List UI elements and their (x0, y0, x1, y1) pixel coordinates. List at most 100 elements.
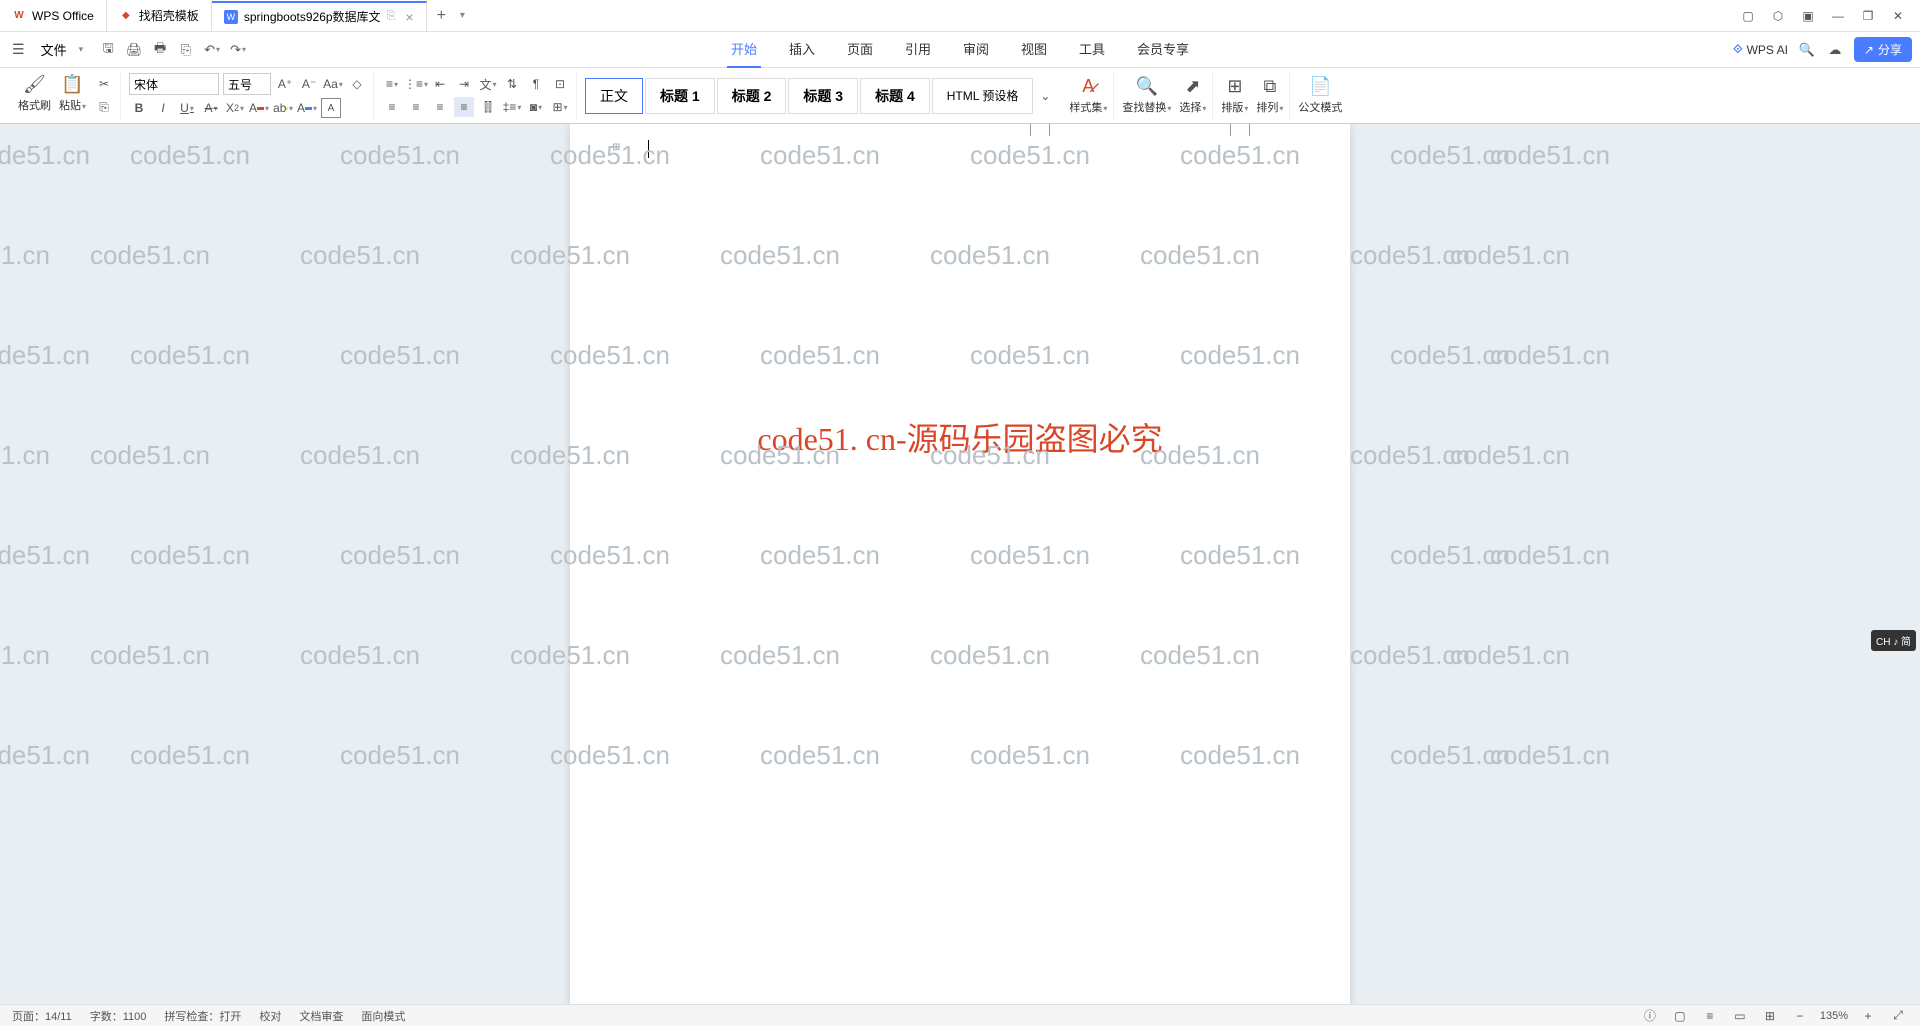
zoom-level[interactable]: 135% (1820, 1010, 1848, 1022)
undo-icon[interactable]: ↶▾ (203, 41, 221, 59)
style-heading3[interactable]: 标题 3 (788, 78, 858, 114)
para-mark-icon[interactable]: ¶ (526, 74, 546, 94)
shading-icon[interactable]: ◙▾ (526, 97, 546, 117)
window-box-icon[interactable]: ▢ (1734, 2, 1762, 30)
doc-mode-button[interactable]: 📄 公文模式 (1298, 76, 1342, 115)
shrink-font-icon[interactable]: A⁻ (299, 74, 319, 94)
arrange-button[interactable]: ⧉ 排列▾ (1256, 76, 1283, 115)
status-proof[interactable]: 校对 (259, 1008, 281, 1024)
number-list-icon[interactable]: ⋮≡▾ (406, 74, 426, 94)
view-outline-icon[interactable]: ≡ (1700, 1006, 1720, 1026)
minimize-icon[interactable]: — (1824, 2, 1852, 30)
zoom-out-icon[interactable]: − (1790, 1006, 1810, 1026)
save-icon[interactable]: 🖫 (99, 41, 117, 59)
line-spacing-icon[interactable]: ‡≡▾ (502, 97, 522, 117)
tab-start[interactable]: 开始 (727, 31, 761, 68)
view-read-icon[interactable]: ▭ (1730, 1006, 1750, 1026)
tab-app-label: WPS Office (32, 9, 94, 23)
paste-button[interactable]: 📋 粘贴▾ (59, 74, 86, 117)
tab-tools[interactable]: 工具 (1075, 31, 1109, 68)
status-doc-check[interactable]: 文档审查 (299, 1008, 343, 1024)
status-read-mode[interactable]: 面向模式 (361, 1008, 405, 1024)
print-icon[interactable]: 🖶 (151, 41, 169, 59)
style-heading4[interactable]: 标题 4 (860, 78, 930, 114)
tab-review[interactable]: 审阅 (959, 31, 993, 68)
border-icon[interactable]: ⊞▾ (550, 97, 570, 117)
decrease-indent-icon[interactable]: ⇤ (430, 74, 450, 94)
window-cube-icon[interactable]: ⬡ (1764, 2, 1792, 30)
status-spell[interactable]: 拼写检查：打开 (164, 1008, 241, 1024)
style-heading1[interactable]: 标题 1 (645, 78, 715, 114)
sort-icon[interactable]: ⇅ (502, 74, 522, 94)
status-info-icon[interactable]: ⓘ (1640, 1006, 1660, 1026)
select-button[interactable]: ⬈ 选择▾ (1179, 76, 1206, 115)
style-more-icon[interactable]: ⌄ (1035, 86, 1055, 106)
format-painter-button[interactable]: 🖌 格式刷 (18, 74, 51, 117)
print-preview-icon[interactable]: 🖨 (125, 41, 143, 59)
show-marks-icon[interactable]: ⊡ (550, 74, 570, 94)
tab-page[interactable]: 页面 (843, 31, 877, 68)
zoom-in-icon[interactable]: + (1858, 1006, 1878, 1026)
align-center-icon[interactable]: ≡ (406, 97, 426, 117)
share-button[interactable]: ↗分享 (1854, 37, 1912, 62)
tab-pin-icon[interactable]: ⎘ (387, 10, 396, 23)
file-menu[interactable]: 文件 (33, 36, 75, 63)
export-icon[interactable]: ⎘ (177, 41, 195, 59)
font-select[interactable] (129, 73, 219, 95)
close-window-icon[interactable]: ✕ (1884, 2, 1912, 30)
underline-icon[interactable]: U▾ (177, 98, 197, 118)
tab-dropdown-icon[interactable]: ▾ (456, 10, 469, 21)
tab-app[interactable]: W WPS Office (0, 1, 107, 31)
text-direction-icon[interactable]: 文▾ (478, 74, 498, 94)
highlight-icon[interactable]: ab▾ (273, 98, 293, 118)
tab-member[interactable]: 会员专享 (1133, 31, 1193, 68)
char-border-icon[interactable]: A (321, 98, 341, 118)
font-size-select[interactable] (223, 73, 271, 95)
find-replace-button[interactable]: 🔍 查找替换▾ (1122, 76, 1171, 115)
wps-ai-button[interactable]: ⟐WPS AI (1733, 42, 1788, 57)
view-web-icon[interactable]: ⊞ (1760, 1006, 1780, 1026)
cut-icon[interactable]: ✂ (94, 74, 114, 94)
align-right-icon[interactable]: ≡ (430, 97, 450, 117)
bold-icon[interactable]: B (129, 98, 149, 118)
document-page[interactable]: ⊞ code51. cn-源码乐园盗图必究 (570, 124, 1350, 1004)
style-normal[interactable]: 正文 (585, 78, 643, 114)
status-words[interactable]: 字数：1100 (90, 1008, 147, 1024)
style-html[interactable]: HTML 预设格 (932, 78, 1034, 114)
strike-icon[interactable]: A▾ (201, 98, 221, 118)
bullet-list-icon[interactable]: ≡▾ (382, 74, 402, 94)
new-tab-button[interactable]: + (427, 7, 456, 25)
tab-insert[interactable]: 插入 (785, 31, 819, 68)
tab-document[interactable]: W springboots926p数据库文 ⎘ × (212, 1, 427, 31)
canvas-area[interactable]: ⊞ code51. cn-源码乐园盗图必究 (0, 124, 1920, 1004)
style-heading2[interactable]: 标题 2 (717, 78, 787, 114)
italic-icon[interactable]: I (153, 98, 173, 118)
font-effect-icon[interactable]: A▾ (297, 98, 317, 118)
window-avatar-icon[interactable]: ▣ (1794, 2, 1822, 30)
distribute-icon[interactable]: ⫿⫿ (478, 97, 498, 117)
cloud-icon[interactable]: ☁ (1826, 41, 1844, 59)
change-case-icon[interactable]: Aa▾ (323, 74, 343, 94)
layout-button[interactable]: ⊞ 排版▾ (1221, 76, 1248, 115)
superscript-icon[interactable]: X2▾ (225, 98, 245, 118)
align-left-icon[interactable]: ≡ (382, 97, 402, 117)
view-page-icon[interactable]: ▢ (1670, 1006, 1690, 1026)
hamburger-icon[interactable]: ☰ (8, 37, 29, 62)
grow-font-icon[interactable]: A⁺ (275, 74, 295, 94)
tab-template[interactable]: ◆ 找稻壳模板 (107, 1, 212, 31)
search-icon[interactable]: 🔍 (1798, 41, 1816, 59)
redo-icon[interactable]: ↷▾ (229, 41, 247, 59)
align-justify-icon[interactable]: ≡ (454, 97, 474, 117)
font-color-icon[interactable]: A▾ (249, 98, 269, 118)
fit-icon[interactable]: ⤢ (1888, 1006, 1908, 1026)
increase-indent-icon[interactable]: ⇥ (454, 74, 474, 94)
status-page[interactable]: 页面：14/11 (12, 1008, 72, 1024)
tab-view[interactable]: 视图 (1017, 31, 1051, 68)
file-dropdown-icon[interactable]: ▾ (79, 44, 84, 55)
copy-icon[interactable]: ⎘ (94, 97, 114, 117)
clear-format-icon[interactable]: ◇ (347, 74, 367, 94)
style-set-button[interactable]: A̷ 样式集▾ (1069, 76, 1107, 115)
close-icon[interactable]: × (405, 9, 413, 25)
maximize-icon[interactable]: ❐ (1854, 2, 1882, 30)
tab-reference[interactable]: 引用 (901, 31, 935, 68)
